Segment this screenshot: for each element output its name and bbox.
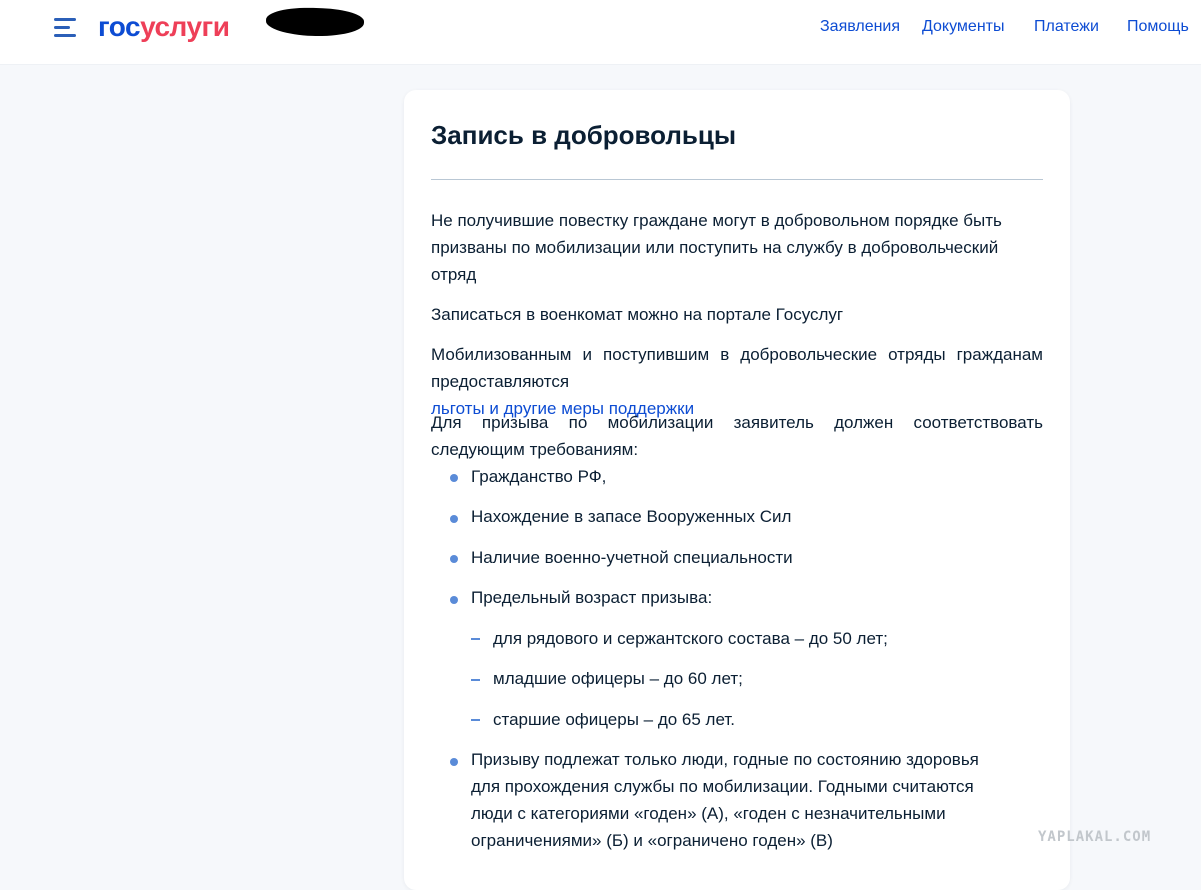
age-limit-item: для рядового и сержантского состава – до… [493, 629, 888, 648]
intro-paragraph: Не получившие повестку граждане могут в … [431, 211, 1002, 284]
bullet-icon [450, 758, 458, 766]
nav-payments[interactable]: Платежи [1034, 17, 1099, 37]
nav-documents[interactable]: Документы [922, 17, 1004, 37]
top-header: госуслуги Заявления Документы Платежи По… [0, 0, 1201, 65]
dash-icon [471, 679, 480, 681]
requirement-item: Наличие военно-учетной специальности [471, 548, 793, 567]
benefits-text: Мобилизованным и поступившим в доброволь… [431, 345, 1043, 391]
requirements-intro: Для призыва по мобилизации заявитель дол… [431, 413, 1043, 459]
nav-applications[interactable]: Заявления [820, 17, 900, 37]
watermark-text: YAPLAKAL.COM [1038, 829, 1152, 845]
logo-part-uslugi: услуги [140, 11, 230, 42]
bullet-icon [450, 474, 458, 482]
requirement-item: Нахождение в запасе Вооруженных Сил [471, 507, 792, 526]
age-limit-item: младшие офицеры – до 60 лет; [493, 669, 743, 688]
bullet-icon [450, 555, 458, 563]
menu-icon[interactable] [54, 17, 80, 39]
requirement-item: Гражданство РФ, [471, 467, 607, 486]
bullet-icon [450, 596, 458, 604]
requirement-item: Предельный возраст призыва: [471, 588, 713, 607]
dash-icon [471, 638, 480, 640]
title-divider [431, 179, 1043, 180]
health-line: для прохождения службы по мобилизации. Г… [471, 777, 974, 796]
page-title: Запись в добровольцы [431, 120, 737, 150]
health-line: люди с категориями «годен» (А), «годен с… [471, 804, 946, 823]
age-limit-item: старшие офицеры – до 65 лет. [493, 710, 735, 729]
enlist-paragraph: Записаться в военкомат можно на портале … [431, 305, 844, 324]
nav-help[interactable]: Помощь [1127, 17, 1189, 37]
dash-icon [471, 719, 480, 721]
redacted-mark [265, 6, 365, 38]
bullet-icon [450, 515, 458, 523]
health-line: ограничениями» (Б) и «ограничено годен» … [471, 831, 833, 850]
gosuslugi-logo[interactable]: госуслуги [98, 11, 230, 43]
logo-part-gos: гос [98, 11, 141, 42]
content-card: Запись в добровольцы Не получившие повес… [404, 90, 1070, 890]
health-line: Призыву подлежат только люди, годные по … [471, 750, 979, 769]
